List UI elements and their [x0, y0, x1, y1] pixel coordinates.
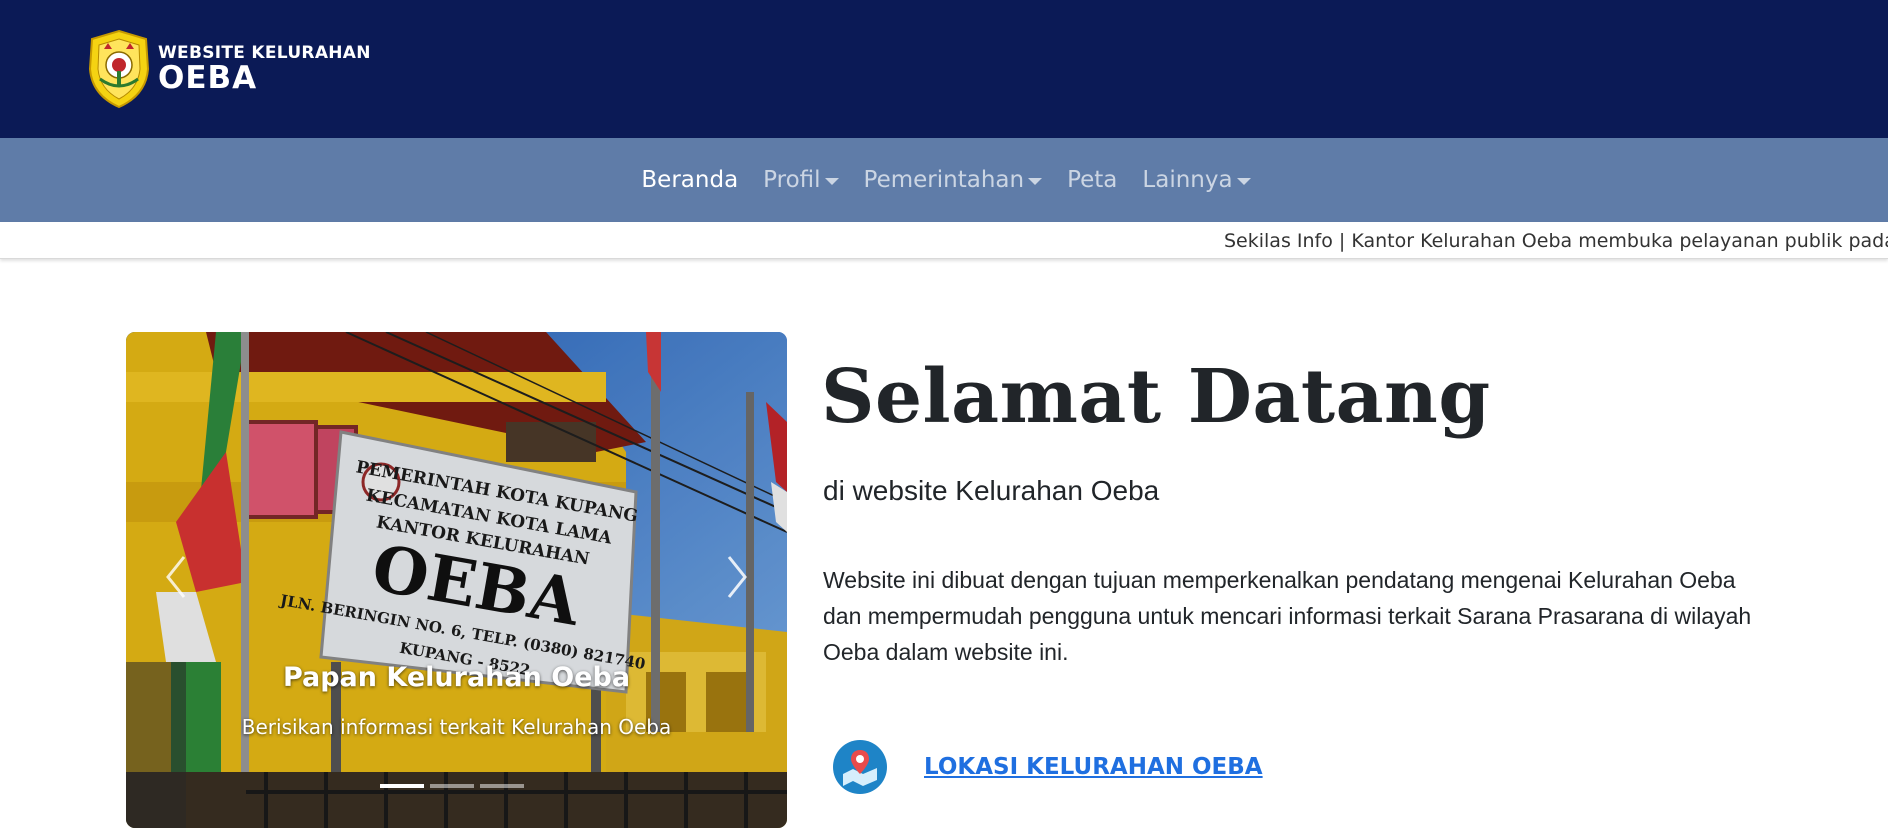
carousel-indicators [380, 784, 524, 788]
caret-down-icon [824, 177, 839, 185]
brand-title: OEBA [158, 59, 258, 96]
image-carousel: PEMERINTAH KOTA KUPANG KECAMATAN KOTA LA… [126, 332, 787, 828]
caret-down-icon [1236, 177, 1251, 185]
carousel-indicator-1[interactable] [380, 784, 424, 788]
chevron-right-icon [727, 556, 747, 598]
location-section: LOKASI KELURAHAN OEBA [833, 740, 1263, 794]
carousel-indicator-3[interactable] [480, 784, 524, 788]
nav-item-label: Lainnya [1142, 167, 1233, 193]
city-emblem-icon [88, 29, 150, 109]
welcome-description: Website ini dibuat dengan tujuan memperk… [823, 567, 1752, 665]
nav-item-label: Peta [1067, 167, 1118, 193]
carousel-prev-button[interactable] [156, 547, 196, 607]
brand-subtitle: WEBSITE KELURAHAN [158, 42, 371, 63]
carousel-slide-image: PEMERINTAH KOTA KUPANG KECAMATAN KOTA LA… [126, 332, 787, 828]
chevron-left-icon [166, 556, 186, 598]
caret-down-icon [1028, 177, 1043, 185]
welcome-title: Selamat Datang [821, 354, 1491, 440]
location-link[interactable]: LOKASI KELURAHAN OEBA [924, 754, 1263, 780]
nav-item-peta[interactable]: Peta [1067, 167, 1117, 193]
carousel-next-button[interactable] [717, 547, 757, 607]
main-nav: Beranda Profil Pemerintahan Peta Lainnya [0, 138, 1888, 222]
ticker-text[interactable]: Sekilas Info | Kantor Kelurahan Oeba mem… [1224, 230, 1888, 252]
carousel-caption-text: Berisikan informasi terkait Kelurahan Oe… [241, 715, 672, 739]
site-header: WEBSITE KELURAHAN OEBA [0, 0, 1888, 138]
carousel-caption-title: Papan Kelurahan Oeba [282, 662, 631, 693]
news-ticker: Sekilas Info | Kantor Kelurahan Oeba mem… [0, 222, 1888, 259]
nav-item-lainnya[interactable]: Lainnya [1142, 167, 1251, 193]
welcome-subtitle: di website Kelurahan Oeba [823, 475, 1160, 506]
brand[interactable]: WEBSITE KELURAHAN OEBA [86, 29, 371, 109]
map-pin-icon [833, 740, 887, 794]
nav-item-label: Pemerintahan [863, 167, 1025, 193]
carousel-indicator-2[interactable] [430, 784, 474, 788]
nav-item-profil[interactable]: Profil [763, 167, 839, 193]
nav-item-label: Profil [763, 167, 821, 193]
nav-item-beranda[interactable]: Beranda [641, 167, 738, 193]
nav-item-label: Beranda [641, 167, 739, 193]
nav-item-pemerintahan[interactable]: Pemerintahan [864, 167, 1043, 193]
